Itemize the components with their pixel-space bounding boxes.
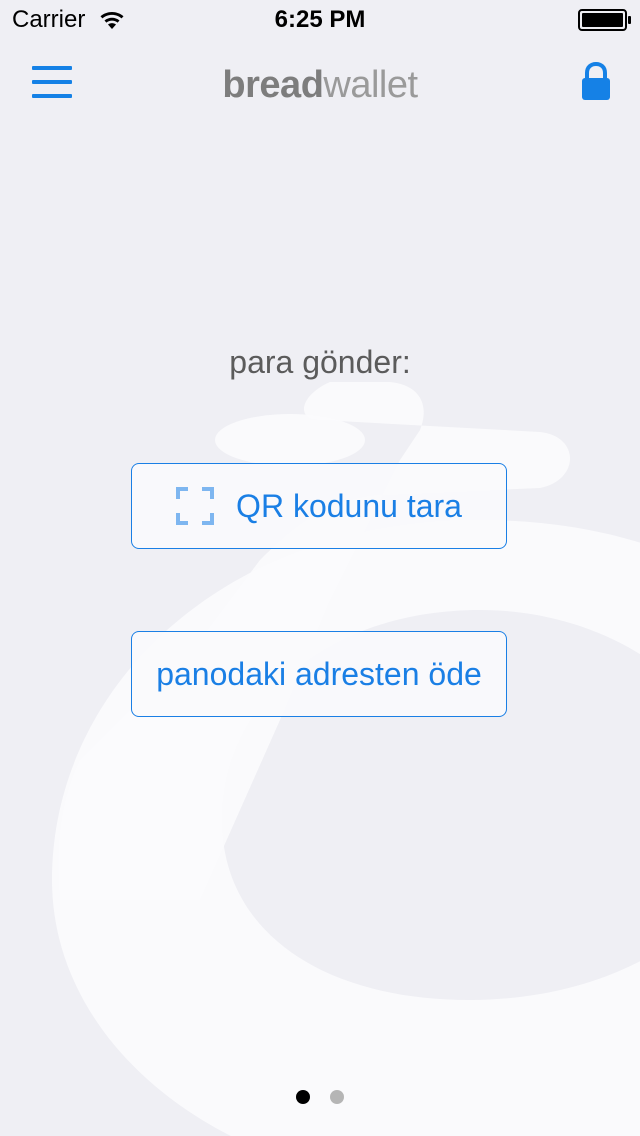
background-logo-watermark [52,382,640,1136]
page-dot-1[interactable] [296,1090,310,1104]
app-logo: breadwallet [0,64,640,107]
lock-icon [582,61,610,100]
scan-qr-button[interactable]: QR kodunu tara [131,463,507,549]
status-bar: Carrier 6:25 PM [0,0,640,40]
logo-light-text: wallet [323,64,418,106]
pay-from-clipboard-label: panodaki adresten öde [156,655,482,692]
page-indicator[interactable] [0,1090,640,1108]
send-title: para gönder: [229,344,411,380]
qr-scan-icon [176,487,215,525]
scan-qr-label: QR kodunu tara [236,487,462,524]
page-dot-2[interactable] [330,1090,344,1104]
logo-bold-text: bread [222,64,324,106]
send-screen: Carrier 6:25 PM breadwallet para gönder: [0,0,640,1136]
lock-button[interactable] [578,61,614,102]
battery-icon [578,9,631,31]
status-time: 6:25 PM [274,6,366,33]
pay-from-clipboard-button[interactable]: panodaki adresten öde [131,631,507,717]
